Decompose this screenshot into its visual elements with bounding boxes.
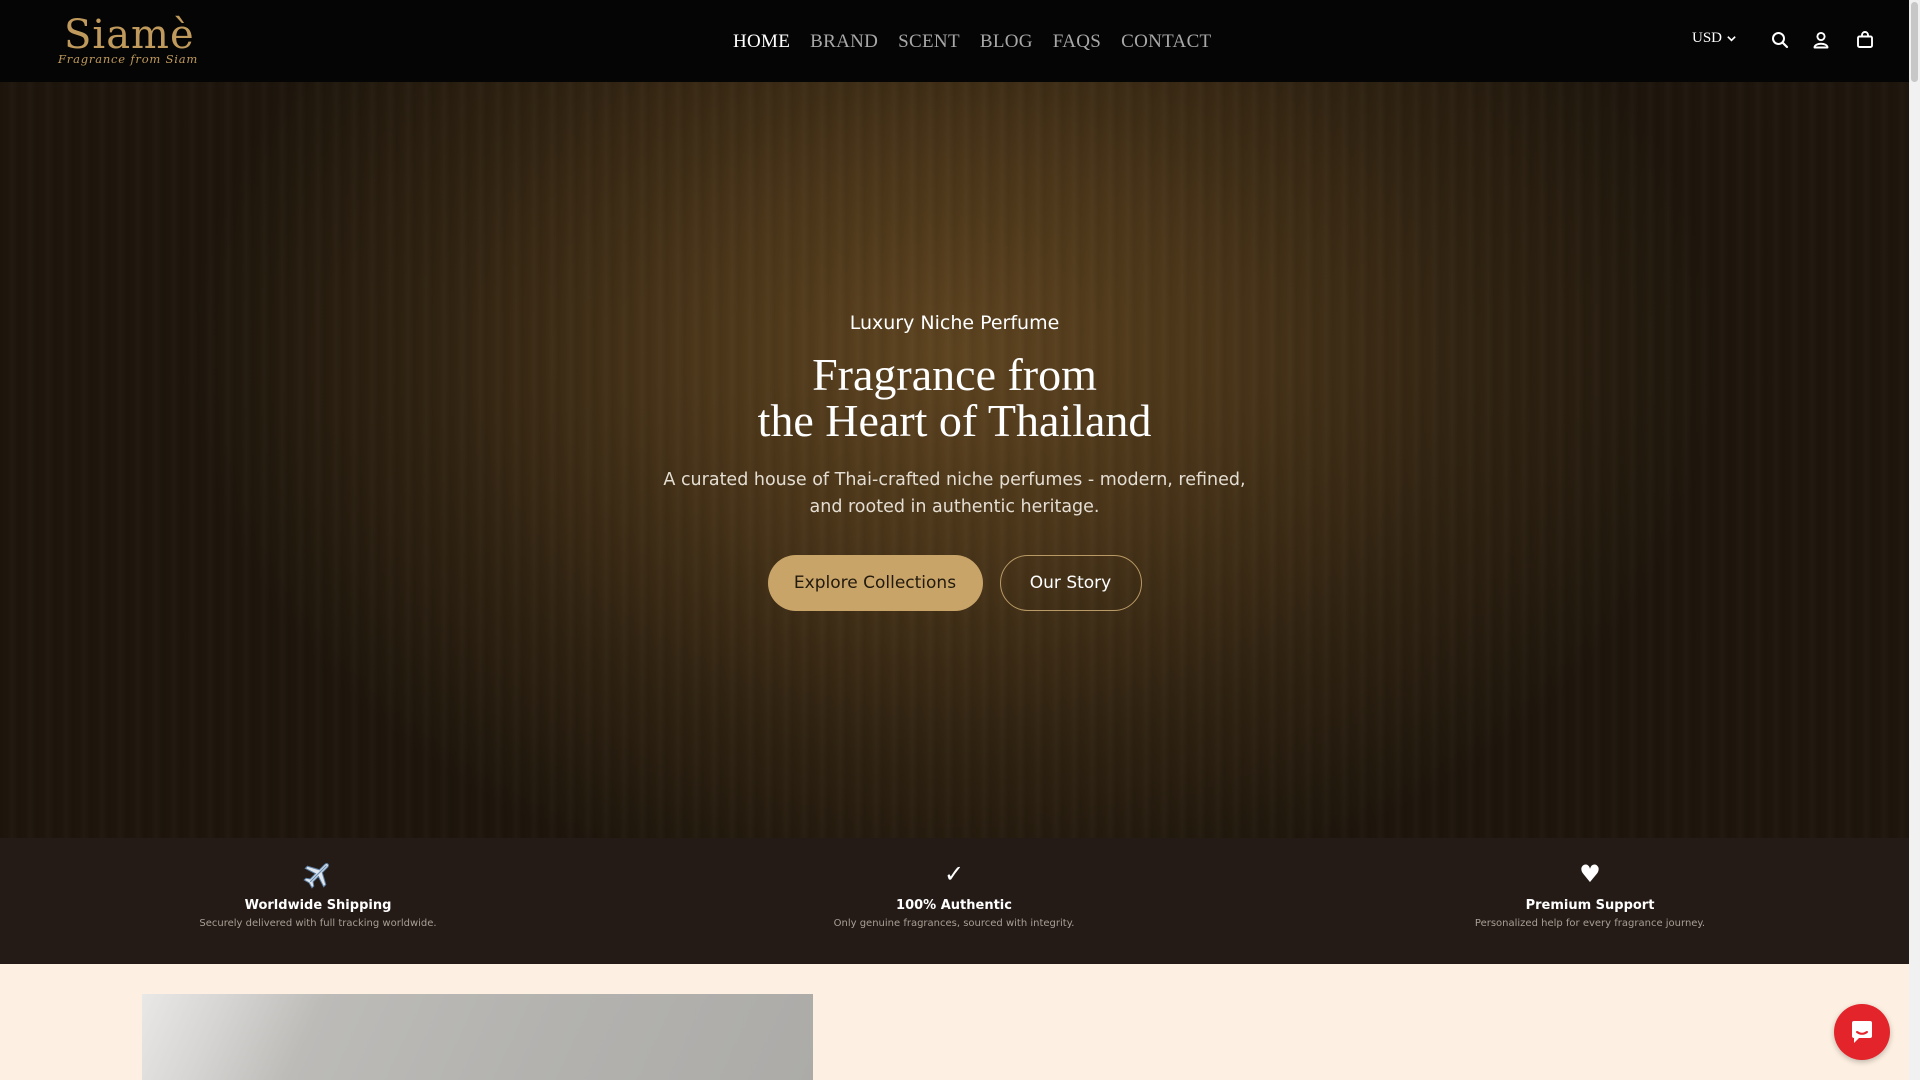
feature-image: [142, 994, 813, 1080]
nav-home[interactable]: HOME: [733, 31, 790, 53]
hero-subtitle-line2: and rooted in authentic heritage.: [809, 497, 1100, 517]
chat-button[interactable]: [1834, 1004, 1890, 1060]
cart-icon[interactable]: [1855, 30, 1875, 50]
feature-description: Personalized help for every fragrance jo…: [1474, 918, 1706, 929]
hero-title: Fragrance from the Heart of Thailand: [0, 352, 1909, 444]
features-strip: Worldwide Shipping Securely delivered wi…: [0, 838, 1909, 964]
our-story-button[interactable]: Our Story: [999, 555, 1142, 611]
feature-authentic: ✓ 100% Authentic Only genuine fragrances…: [636, 838, 1272, 964]
hero-subtitle: A curated house of Thai-crafted niche pe…: [0, 467, 1909, 521]
checkmark-icon: ✓: [943, 860, 965, 888]
chat-icon: [1852, 1021, 1872, 1043]
main-nav: HOME BRAND SCENT BLOG FAQS CONTACT: [733, 28, 1211, 56]
hero-buttons: Explore Collections Our Story: [0, 555, 1909, 611]
nav-faqs[interactable]: FAQS: [1053, 31, 1101, 53]
feature-support: ♥ Premium Support Personalized help for …: [1272, 838, 1908, 964]
nav-brand[interactable]: BRAND: [810, 31, 878, 53]
feature-description: Securely delivered with full tracking wo…: [199, 918, 437, 929]
currency-label: USD: [1692, 30, 1723, 46]
account-icon[interactable]: [1811, 30, 1831, 50]
nav-contact[interactable]: CONTACT: [1121, 31, 1211, 53]
feature-title: 100% Authentic: [896, 898, 1012, 913]
feature-title: Worldwide Shipping: [244, 898, 392, 913]
hero-subtitle-line1: A curated house of Thai-crafted niche pe…: [663, 470, 1246, 490]
site-header: Siamè Fragrance from Siam HOME BRAND SCE…: [0, 0, 1909, 82]
heart-icon: ♥: [1579, 860, 1601, 888]
hero-title-line1: Fragrance from: [812, 349, 1097, 400]
feature-description: Only genuine fragrances, sourced with in…: [833, 918, 1075, 929]
currency-selector[interactable]: USD: [1692, 30, 1737, 47]
chevron-down-icon: [1727, 36, 1736, 42]
hero-kicker: Luxury Niche Perfume: [849, 312, 1060, 334]
content-section: [0, 964, 1909, 1080]
hero-section: Luxury Niche Perfume Fragrance from the …: [0, 82, 1909, 838]
scrollbar-thumb[interactable]: [1911, 2, 1918, 82]
scrollbar-track[interactable]: [1909, 0, 1920, 1080]
logo[interactable]: Siamè Fragrance from Siam: [58, 12, 197, 70]
hero-background: [0, 82, 1909, 838]
logo-tagline: Fragrance from Siam: [58, 52, 199, 66]
airplane-icon-svg: [303, 863, 329, 889]
page: Siamè Fragrance from Siam HOME BRAND SCE…: [0, 0, 1920, 1080]
explore-collections-button[interactable]: Explore Collections: [767, 555, 983, 611]
hero-title-line2: the Heart of Thailand: [757, 395, 1152, 446]
header-actions: USD: [1679, 26, 1909, 54]
feature-title: Premium Support: [1525, 898, 1655, 913]
nav-blog[interactable]: BLOG: [980, 31, 1033, 53]
nav-scent[interactable]: SCENT: [898, 31, 960, 53]
feature-shipping: Worldwide Shipping Securely delivered wi…: [0, 838, 636, 964]
airplane-icon: [0, 858, 636, 890]
search-icon[interactable]: [1770, 30, 1790, 50]
